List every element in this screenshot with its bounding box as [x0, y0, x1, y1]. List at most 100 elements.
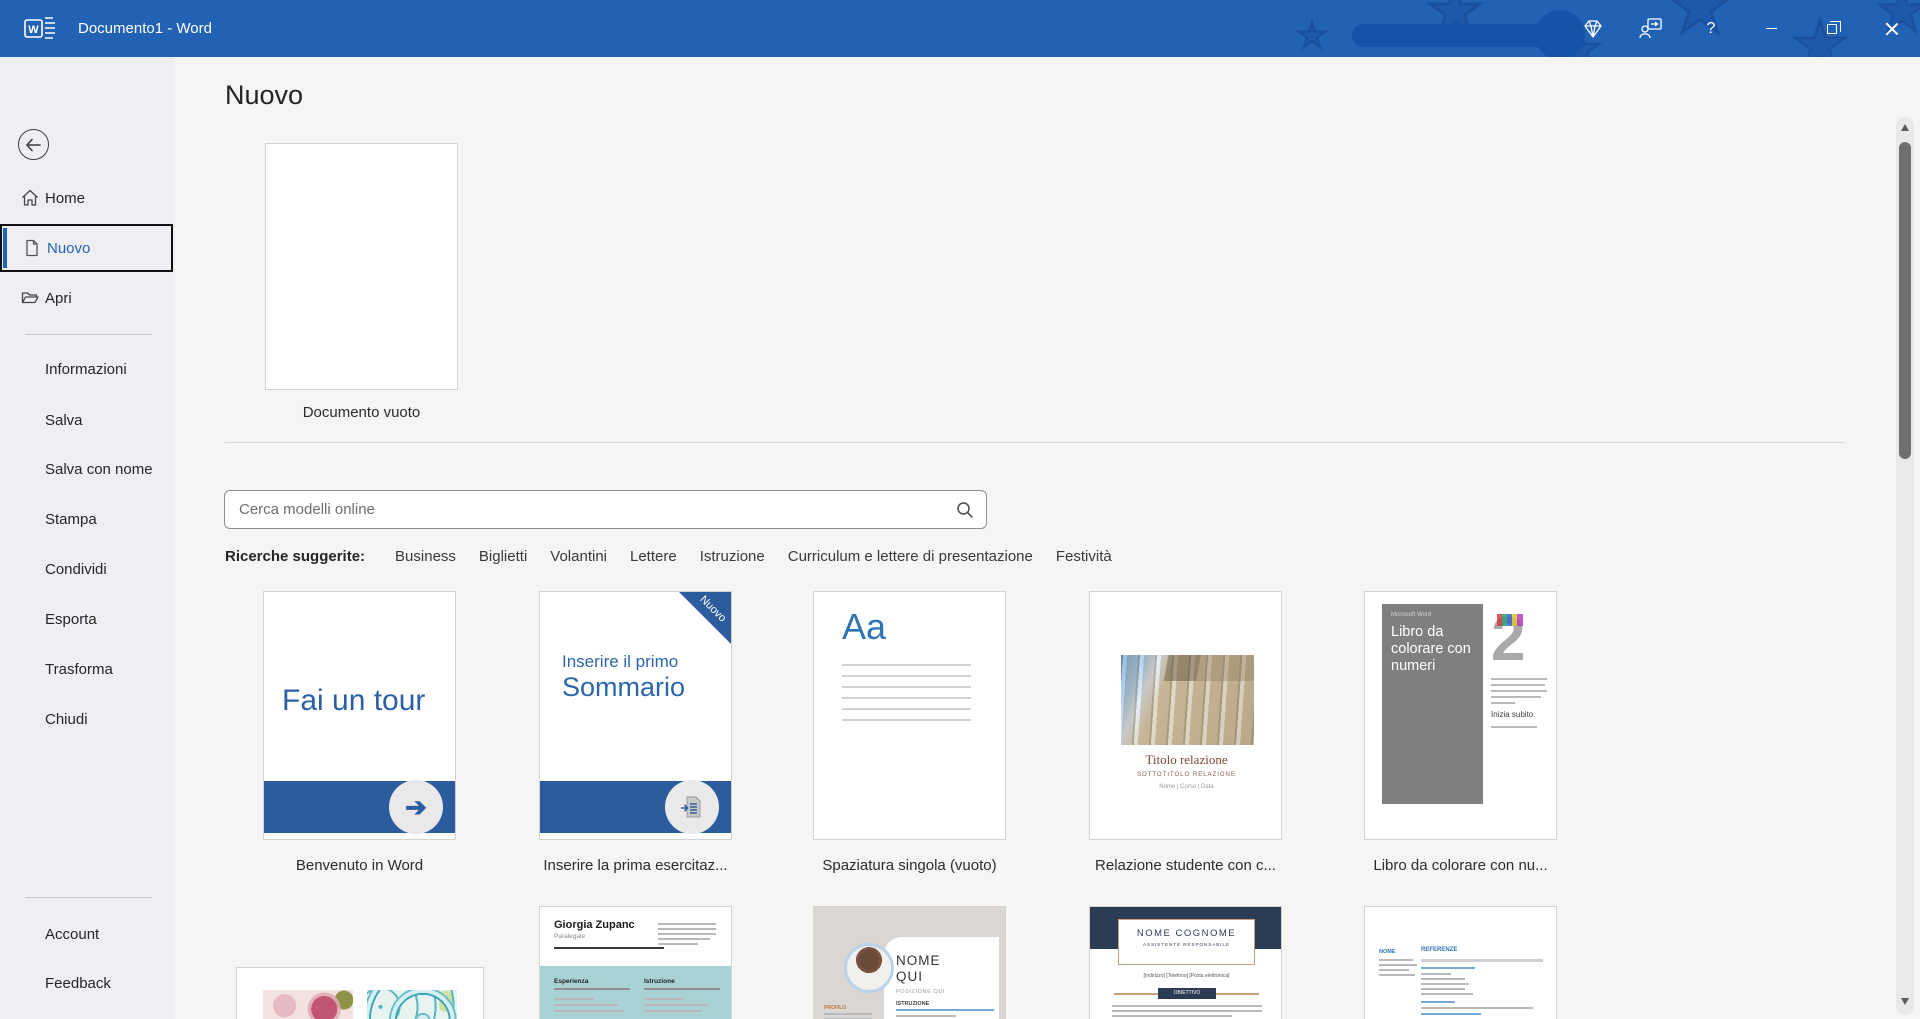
minimize-button[interactable] [1748, 0, 1794, 57]
sidebar-item-opzioni[interactable]: Opzioni [0, 1012, 175, 1019]
suggested-link-business[interactable]: Business [395, 548, 456, 565]
text-bar [644, 998, 684, 1000]
text-bar [896, 1015, 956, 1017]
premium-gem-button[interactable] [1570, 0, 1616, 57]
template-preview-title: Titolo relazione [1090, 752, 1282, 768]
template-preview-meta: Nome | Corso | Data [1090, 784, 1282, 790]
search-icon[interactable] [956, 501, 974, 519]
share-contact-button[interactable] [1628, 0, 1674, 57]
template-card-spaziatura[interactable]: Aa [813, 591, 1006, 840]
blank-document-card[interactable] [265, 143, 458, 390]
sidebar-item-salva-con-nome[interactable]: Salva con nome [0, 449, 175, 489]
resume-section: ISTRUZIONE [896, 1001, 929, 1007]
text-bar [658, 933, 716, 935]
page-title: Nuovo [225, 80, 303, 111]
sidebar-item-condividi[interactable]: Condividi [0, 549, 175, 589]
section-divider [225, 442, 1845, 443]
blue-text-bar [1421, 1001, 1455, 1003]
ruled-line [842, 675, 971, 677]
doodle-color-patch [1497, 614, 1523, 626]
text-bar [1379, 959, 1413, 961]
suggested-link-lettere[interactable]: Lettere [630, 548, 677, 565]
sidebar-item-apri[interactable]: Apri [0, 278, 175, 318]
template-card-giorgia-zupanc[interactable]: Giorgia Zupanc Paralegale Esperienza Ist… [539, 906, 732, 1019]
sidebar-item-nuovo-selected[interactable]: Nuovo [0, 224, 173, 272]
text-bar [1491, 690, 1547, 692]
sidebar-item-chiudi[interactable]: Chiudi [0, 699, 175, 739]
help-icon: ? [1707, 20, 1716, 38]
sidebar-item-label: Esporta [45, 611, 97, 628]
text-bar [1112, 1015, 1232, 1017]
scrollbar-up-arrow[interactable] [1901, 124, 1909, 131]
sidebar-item-informazioni[interactable]: Informazioni [0, 349, 175, 389]
text-bar [1491, 726, 1537, 728]
text-bar [658, 923, 716, 925]
columns-photo [1121, 655, 1254, 745]
back-button[interactable] [18, 129, 49, 160]
teal-section: Esperienza Istruzione [540, 966, 731, 1019]
template-preview-subtitle: SOTTOTITOLO RELAZIONE [1090, 772, 1282, 778]
resume-name: NOME QUI [896, 953, 966, 985]
sidebar-item-stampa[interactable]: Stampa [0, 499, 175, 539]
sidebar-item-label: Nuovo [47, 240, 90, 257]
sidebar-item-feedback[interactable]: Feedback [0, 963, 175, 1003]
arrow-right-icon: ➔ [405, 792, 427, 823]
objective-badge: OBIETTIVO [1158, 988, 1216, 999]
new-document-icon [23, 239, 41, 257]
restore-button[interactable] [1809, 0, 1855, 57]
search-input[interactable] [224, 490, 987, 529]
text-bar [554, 998, 594, 1000]
floral-panel-pink [263, 990, 353, 1019]
suggested-link-volantini[interactable]: Volantini [550, 548, 607, 565]
template-card-nome-cognome[interactable]: NOME COGNOME ASSISTENTE RESPONSABILE [In… [1089, 906, 1282, 1019]
template-preview-title: Fai un tour [282, 684, 425, 718]
sidebar-item-label: Apri [45, 290, 72, 307]
text-bar [554, 1004, 618, 1006]
sidebar-item-label: Stampa [45, 511, 97, 528]
template-caption: Inserire la prima esercitaz... [524, 857, 747, 874]
profile-heading: PROFILO [824, 1005, 846, 1011]
template-card-sommario[interactable]: Inserire il primo Sommario Nuovo [539, 591, 732, 840]
suggested-link-biglietti[interactable]: Biglietti [479, 548, 527, 565]
sidebar-item-home[interactable]: Home [0, 178, 175, 218]
close-icon [1885, 22, 1898, 35]
template-card-floral[interactable] [236, 967, 484, 1019]
vertical-scrollbar-thumb[interactable] [1899, 142, 1911, 459]
sidebar-item-account[interactable]: Account [0, 914, 175, 954]
template-card-referenze[interactable]: NOME REFERENZE [1364, 906, 1557, 1019]
help-button[interactable]: ? [1688, 0, 1734, 57]
divider-bar [1421, 959, 1543, 962]
selected-accent-bar [3, 228, 7, 268]
ruled-line [842, 719, 971, 721]
sidebar-item-salva[interactable]: Salva [0, 400, 175, 440]
sidebar-item-trasforma[interactable]: Trasforma [0, 649, 175, 689]
close-button[interactable] [1868, 0, 1914, 57]
scrollbar-down-arrow[interactable] [1901, 998, 1909, 1005]
suggested-link-istruzione[interactable]: Istruzione [700, 548, 765, 565]
text-bar [1421, 978, 1465, 980]
suggested-link-festivita[interactable]: Festività [1056, 548, 1112, 565]
template-preview-brand: Microsoft Word [1391, 612, 1474, 618]
template-card-nome-qui[interactable]: NOME QUI POSIZIONE QUI ISTRUZIONE PROFIL… [813, 906, 1006, 1019]
template-card-relazione[interactable]: Titolo relazione SOTTOTITOLO RELAZIONE N… [1089, 591, 1282, 840]
sidebar-item-esporta[interactable]: Esporta [0, 599, 175, 639]
text-bar [1379, 969, 1409, 971]
text-bar [824, 1013, 872, 1015]
text-bar [1421, 1007, 1533, 1009]
person-chat-icon [1639, 18, 1663, 40]
references-col-heading: NOME [1379, 949, 1396, 955]
template-card-benvenuto[interactable]: Fai un tour ➔ [263, 591, 456, 840]
sidebar-item-label: Trasforma [45, 661, 113, 678]
redaction-scribble [1352, 24, 1552, 47]
resume-rule [554, 947, 664, 949]
template-card-libro-colorare[interactable]: Microsoft Word Libro da colorare con num… [1364, 591, 1557, 840]
section-rule [644, 988, 720, 990]
blue-text-bar [1421, 1013, 1481, 1015]
word-backstage-window: W Documento1 - Word ? [0, 0, 1920, 1019]
svg-text:W: W [28, 24, 39, 36]
sidebar-item-label: Condividi [45, 561, 107, 578]
sidebar-item-label: Salva con nome [45, 461, 153, 478]
template-caption: Relazione studente con c... [1074, 857, 1297, 874]
suggested-link-curriculum[interactable]: Curriculum e lettere di presentazione [788, 548, 1033, 565]
references-heading: REFERENZE [1421, 947, 1457, 953]
